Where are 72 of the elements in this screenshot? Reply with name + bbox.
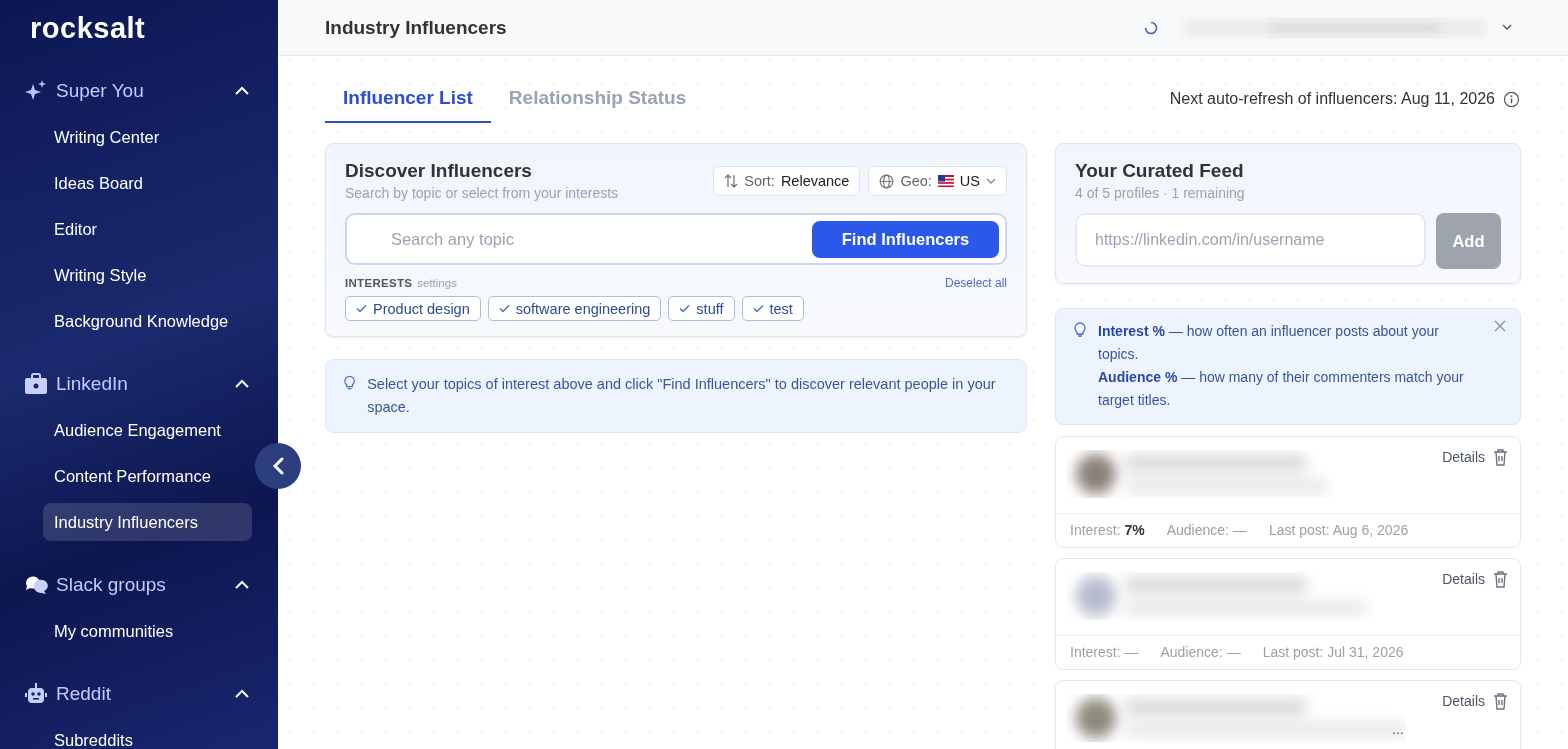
interest-chip[interactable]: software engineering xyxy=(487,296,662,321)
sidebar-item[interactable]: Writing Style xyxy=(43,256,252,294)
trash-icon[interactable] xyxy=(1493,449,1508,466)
legend-text: Audience % — how many of their commenters match your target titles. xyxy=(1098,368,1465,410)
sidebar-item[interactable]: Industry Influencers xyxy=(43,503,252,541)
sidebar-item[interactable]: Writing Center xyxy=(43,118,252,156)
sidebar-item[interactable]: Subreddits xyxy=(43,721,252,749)
legend-text: Interest % — how often an influencer posts about your topics. xyxy=(1098,322,1440,364)
chevron-down-icon xyxy=(986,177,996,185)
robot-icon xyxy=(24,682,48,706)
sidebar-item[interactable]: Content Performance xyxy=(43,457,252,495)
lightbulb-icon xyxy=(1072,320,1088,338)
brand-logo: rocksalt xyxy=(30,12,146,45)
card-title: Your Curated Feed xyxy=(1075,160,1245,182)
deselect-all-link[interactable]: Deselect all xyxy=(944,276,1007,290)
section-label: INTERESTS xyxy=(345,277,413,289)
find-influencers-button[interactable]: Find Influencers xyxy=(812,220,999,258)
page-title: Industry Influencers xyxy=(325,16,508,39)
chevron-up-icon[interactable] xyxy=(234,86,250,96)
trash-icon[interactable] xyxy=(1493,571,1508,588)
check-icon xyxy=(356,304,367,313)
stat-text: Audience: — xyxy=(1166,522,1247,538)
stat-text: Audience: — xyxy=(1160,644,1241,660)
sidebar-item[interactable]: My communities xyxy=(43,612,252,650)
sidebar-item[interactable]: Background Knowledge xyxy=(43,302,252,340)
check-icon xyxy=(679,304,691,313)
details-link[interactable]: Details xyxy=(1442,571,1485,587)
collapse-button[interactable] xyxy=(255,443,301,489)
section-title[interactable]: Slack groups xyxy=(56,574,234,596)
sidebar-item[interactable]: Editor xyxy=(43,210,252,248)
card-subtitle: 4 of 5 profiles · 1 remaining xyxy=(1075,185,1246,201)
interest-chip[interactable]: test xyxy=(741,296,804,321)
check-icon xyxy=(752,304,764,313)
ellipsis: ... xyxy=(1392,721,1404,737)
interest-chip[interactable]: Product design xyxy=(345,296,481,321)
sort-dropdown[interactable]: Sort: Relevance xyxy=(713,166,861,196)
card-subtitle: Search by topic or select from your interests xyxy=(345,185,620,201)
section-title[interactable]: Reddit xyxy=(56,683,234,705)
details-link[interactable]: Details xyxy=(1442,693,1485,709)
sort-arrows-icon xyxy=(724,174,739,188)
url-field[interactable]: https://linkedin.com/in/username xyxy=(1075,213,1426,267)
chevron-up-icon[interactable] xyxy=(234,379,250,389)
section-title[interactable]: LinkedIn xyxy=(56,373,234,395)
stat-text: Last post: Aug 6, 2026 xyxy=(1268,522,1409,538)
chevron-down-icon[interactable] xyxy=(1502,24,1512,31)
chevron-left-icon xyxy=(272,457,284,475)
stat-text: Interest: — xyxy=(1070,644,1139,660)
stat-text: Last post: Jul 31, 2026 xyxy=(1262,644,1404,660)
stat-text: Interest: 7% xyxy=(1070,522,1145,538)
hint-text: Select your topics of interest above and click "Find Influencers" to discover relevant people in your space. xyxy=(367,375,997,417)
close-icon[interactable] xyxy=(1494,320,1506,332)
info-icon[interactable] xyxy=(1503,90,1520,108)
globe-icon xyxy=(879,173,895,189)
briefcase-icon xyxy=(24,373,48,395)
chevron-up-icon[interactable] xyxy=(234,580,250,590)
card-title: Discover Influencers xyxy=(345,160,533,182)
check-icon xyxy=(498,304,510,313)
lightbulb-icon xyxy=(342,373,358,391)
interest-chip[interactable]: stuff xyxy=(668,296,735,321)
tab[interactable]: Influencer List xyxy=(325,87,491,123)
refresh-note: Next auto-refresh of influencers: Aug 11, 2026 xyxy=(1169,90,1495,108)
sidebar-item[interactable]: Ideas Board xyxy=(43,164,252,202)
search-field[interactable]: Search any topic Find Influencers xyxy=(345,213,1007,265)
section-title[interactable]: Super You xyxy=(56,80,234,102)
chevron-up-icon[interactable] xyxy=(234,689,250,699)
geo-dropdown[interactable]: Geo: US xyxy=(868,166,1007,196)
sidebar-item[interactable]: Audience Engagement xyxy=(43,411,252,449)
trash-icon[interactable] xyxy=(1493,693,1508,710)
flag-icon xyxy=(937,175,954,187)
loading-spinner-icon xyxy=(1144,20,1158,35)
chat-icon xyxy=(24,574,48,596)
details-link[interactable]: Details xyxy=(1442,449,1485,465)
